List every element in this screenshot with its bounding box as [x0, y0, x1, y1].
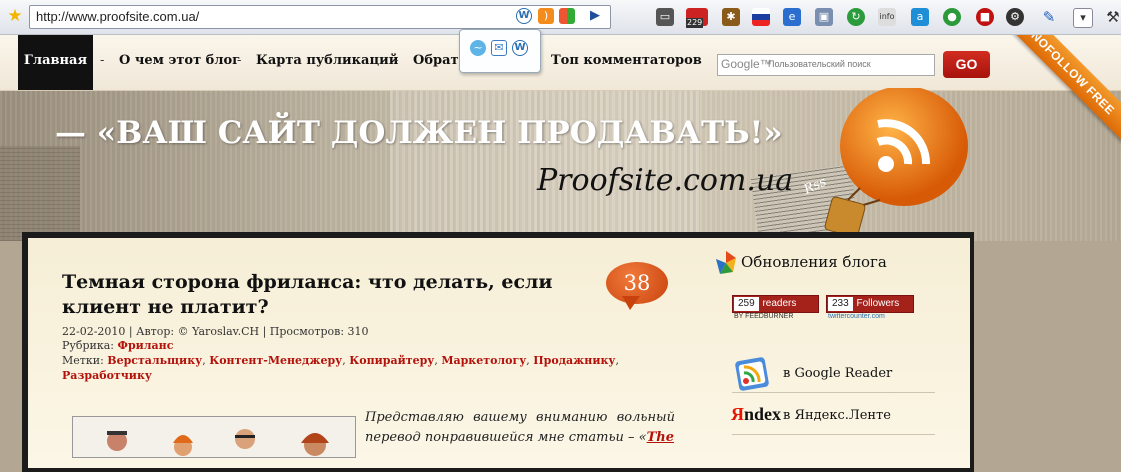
feed-popup: ~ ✉ W — [459, 29, 541, 73]
window-icon[interactable]: ▣ — [815, 8, 833, 26]
site-tagline: — «ВАШ САЙТ ДОЛЖЕН ПРОДАВАТЬ!» — [55, 115, 783, 151]
sidebar-title: Обновления блога — [741, 253, 887, 271]
nav-separator: - — [237, 53, 242, 68]
gear-icon[interactable]: ⚙ — [1006, 8, 1024, 26]
search-go-button[interactable]: GO — [943, 51, 990, 78]
ribbon-clip: NOFOLLOW FREE — [990, 35, 1121, 145]
nav-separator: - — [394, 53, 399, 68]
nofollow-free-ribbon: NOFOLLOW FREE — [1003, 35, 1121, 143]
tag-link[interactable]: Контент-Менеджеру — [209, 354, 342, 367]
rss-label: Rss — [801, 174, 830, 198]
wordpress-icon[interactable]: W — [512, 40, 528, 56]
sidebar-divider — [732, 392, 935, 393]
page-icon[interactable]: ▾ — [1073, 8, 1093, 28]
rss-icon[interactable]: ) — [538, 8, 554, 24]
flag-icon[interactable] — [752, 8, 770, 26]
info-icon[interactable]: info — [878, 8, 896, 26]
tag-link[interactable]: Разработчику — [62, 369, 152, 382]
comment-bubble-tail — [622, 296, 640, 310]
nav-item-top-commenters[interactable]: Топ комментаторов — [551, 35, 702, 90]
intro-article-link[interactable]: The — [647, 430, 674, 445]
stop-icon[interactable]: ■ — [976, 8, 994, 26]
site-name[interactable]: Proofsite.com.ua — [537, 163, 793, 198]
tag-link[interactable]: Маркетологу — [441, 354, 526, 367]
eyedropper-icon[interactable]: ✎ — [1040, 8, 1058, 26]
ie-icon[interactable]: e — [783, 8, 801, 26]
nav-item-home[interactable]: Главная — [18, 35, 93, 90]
feedburner-counter[interactable]: 259 readers — [732, 295, 819, 313]
google-logo: Google™ — [721, 57, 772, 71]
newspaper-texture — [0, 146, 80, 241]
wave-icon[interactable]: ~ — [470, 40, 486, 56]
screen-icon[interactable]: ▭ — [656, 8, 674, 26]
yandex-logo[interactable]: Яndex — [731, 404, 781, 425]
play-icon[interactable]: ▶ — [587, 8, 603, 24]
google-reader-link[interactable]: в Google Reader — [783, 366, 892, 381]
readers-count: 259 — [734, 297, 759, 311]
post-tags-row: Метки: Верстальщику, Контент-Менеджеру, … — [62, 354, 619, 382]
followers-count: 233 — [828, 297, 853, 311]
rss-balloon-icon[interactable]: Rss — [800, 88, 972, 253]
nav-item-about[interactable]: О чем этот блог — [119, 35, 240, 90]
intro-text: Представляю вашему вниманию вольный пере… — [365, 410, 675, 445]
dot-icon[interactable]: ● — [943, 8, 961, 26]
bug-icon[interactable]: ✱ — [722, 8, 740, 26]
twitter-caption: twittercounter.com — [828, 313, 885, 320]
bookmark-star-icon[interactable]: ★ — [6, 7, 24, 25]
browser-toolbar: ★ http://www.proofsite.com.ua/ W ) ▶ ▭ 2… — [0, 0, 1121, 35]
search-input[interactable]: Google™ Пользовательский поиск — [717, 54, 935, 76]
colors-icon[interactable] — [559, 8, 575, 24]
a-icon[interactable]: a — [911, 8, 929, 26]
post-category-row: Рубрика: Фриланс — [62, 339, 173, 352]
twitter-counter[interactable]: 233 Followers — [826, 295, 914, 313]
followers-label: Followers — [856, 298, 900, 309]
nav-separator: - — [100, 53, 105, 68]
readers-label: readers — [762, 298, 797, 309]
url-text: http://www.proofsite.com.ua/ — [36, 9, 200, 24]
feedburner-caption: BY FEEDBURNER — [734, 313, 794, 320]
wrench-icon[interactable]: ⚒ — [1104, 8, 1121, 26]
post-intro: Представляю вашему вниманию вольный пере… — [365, 408, 675, 448]
category-label: Рубрика: — [62, 339, 115, 352]
tag-link[interactable]: Продажнику — [533, 354, 615, 367]
post-meta: 22-02-2010 | Автор: © Yaroslav.CH | Прос… — [62, 325, 369, 338]
rss-counter-icon[interactable]: 229 — [686, 8, 708, 28]
google-reader-icon[interactable] — [733, 355, 773, 391]
wordpress-icon[interactable]: W — [516, 8, 532, 24]
rss-badge-count: 229 — [686, 18, 704, 28]
search-placeholder: Пользовательский поиск — [768, 59, 871, 69]
mail-icon[interactable]: ✉ — [491, 40, 507, 56]
yandex-lenta-link[interactable]: в Яндекс.Ленте — [783, 408, 891, 423]
category-link[interactable]: Фриланс — [118, 339, 174, 352]
refresh-icon[interactable]: ↻ — [847, 8, 865, 26]
tag-link[interactable]: Верстальщику — [107, 354, 202, 367]
tag-link[interactable]: Копирайтеру — [349, 354, 434, 367]
tags-label: Метки: — [62, 354, 104, 367]
people-illustration — [107, 429, 329, 456]
address-bar[interactable]: http://www.proofsite.com.ua/ W ) ▶ — [29, 5, 611, 29]
blog-updates-icon — [716, 251, 736, 274]
sidebar-divider — [732, 434, 935, 435]
post-title[interactable]: Темная сторона фриланса: что делать, есл… — [62, 270, 582, 320]
nav-item-sitemap[interactable]: Карта публикаций — [256, 35, 398, 90]
